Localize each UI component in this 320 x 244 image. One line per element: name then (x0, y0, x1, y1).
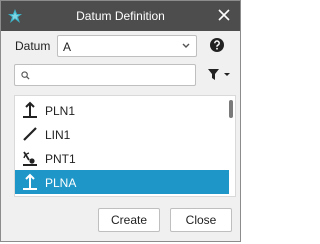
dialog-title: Datum Definition (76, 9, 165, 23)
title-bar[interactable]: Datum Definition (1, 1, 240, 31)
search-input[interactable] (35, 67, 190, 83)
datum-select[interactable]: A (57, 35, 197, 57)
filter-icon[interactable] (207, 68, 231, 82)
line-datum-icon (23, 127, 37, 141)
datum-list[interactable]: PLN1 LIN1 PNT1 PLNA (14, 95, 236, 197)
chevron-down-icon (182, 43, 190, 48)
list-item[interactable]: PLN1 (15, 98, 229, 122)
datum-select-value: A (63, 40, 72, 54)
datum-label: Datum (15, 39, 51, 53)
list-scrollbar[interactable] (229, 100, 233, 118)
help-icon[interactable] (210, 38, 224, 52)
list-item-label: PNT1 (45, 152, 76, 166)
list-item-label: PLN1 (45, 104, 76, 118)
datum-definition-dialog: Datum Definition Datum A PLN1 LIN1 PNT1 … (0, 0, 241, 242)
list-item-label: PLNA (45, 176, 77, 190)
search-field[interactable] (14, 64, 196, 86)
list-item-selected[interactable]: PLNA (15, 170, 229, 194)
close-icon[interactable] (216, 7, 232, 23)
list-item[interactable]: PNT1 (15, 146, 229, 170)
close-button[interactable]: Close (170, 208, 232, 232)
point-datum-icon (23, 151, 37, 166)
plane-datum-icon (23, 101, 37, 118)
plane-datum-icon (23, 173, 37, 190)
list-item[interactable]: LIN1 (15, 122, 229, 146)
list-item-label: LIN1 (45, 128, 71, 142)
search-icon (21, 71, 30, 80)
create-button[interactable]: Create (98, 208, 160, 232)
